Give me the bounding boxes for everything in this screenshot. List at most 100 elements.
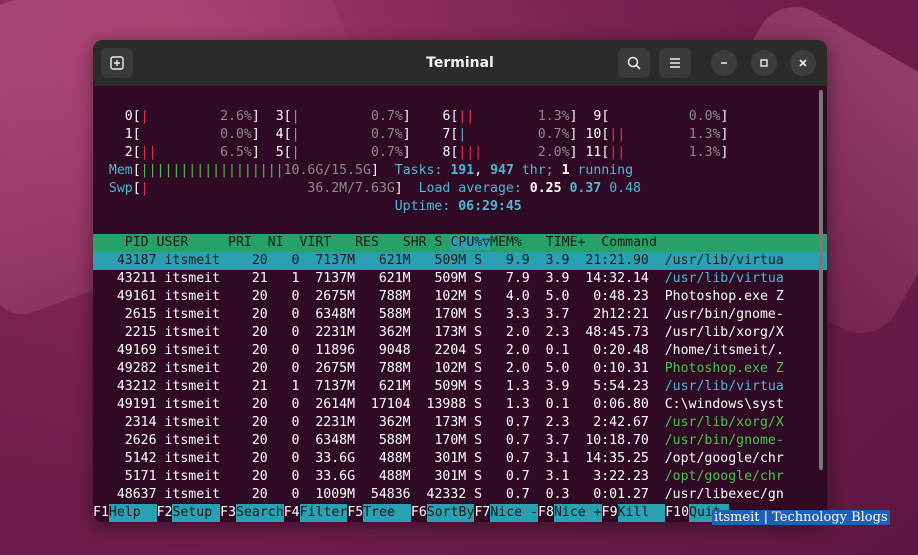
cell-time: 0:10.31 — [569, 361, 649, 376]
cell-mem: 2.3 — [529, 415, 570, 430]
new-tab-icon[interactable] — [101, 48, 133, 78]
hamburger-icon[interactable] — [659, 48, 691, 78]
fkey-f4[interactable]: F4 — [284, 505, 300, 520]
maximize-icon[interactable] — [751, 50, 777, 76]
cell-pid: 2215 — [93, 325, 157, 340]
cell-virt: 11896 — [299, 343, 356, 358]
cell-virt: 6348M — [299, 307, 356, 322]
cell-virt: 7137M — [299, 271, 356, 286]
cell-res: 54836 — [355, 487, 411, 502]
cell-pid: 5171 — [93, 469, 157, 484]
fkey-label-search[interactable]: Search — [236, 504, 284, 522]
cell-time: 0:20.48 — [569, 343, 649, 358]
process-table-header[interactable]: PID USER PRI NI VIRT RES SHR S CPU%▽MEM%… — [93, 234, 827, 252]
process-row[interactable]: 43187 itsmeit 20 0 7137M 621M 509M S 9.9… — [93, 252, 827, 270]
cell-ni: 0 — [267, 397, 300, 412]
process-row[interactable]: 49282 itsmeit 20 0 2675M 788M 102M S 2.0… — [93, 360, 827, 378]
process-row[interactable]: 2314 itsmeit 20 0 2231M 362M 173M S 0.7 … — [93, 414, 827, 432]
scrollbar[interactable] — [819, 90, 823, 470]
fkey-f9[interactable]: F9 — [602, 505, 618, 520]
cell-pri: 20 — [235, 325, 268, 340]
cell-cpu: 2.0 — [482, 343, 530, 358]
fkey-label-sortby[interactable]: SortBy — [426, 504, 475, 522]
cell-mem: 3.9 — [529, 271, 570, 286]
cell-ni: 1 — [267, 271, 300, 286]
fkey-label-nice-[interactable]: Nice - — [490, 504, 539, 522]
cell-time: 10:18.70 — [569, 433, 649, 448]
fkey-label-help[interactable]: Help — [108, 504, 157, 522]
swap-meter: Swp[| 36.2M/7.63G] Load average: 0.25 0.… — [108, 181, 641, 196]
cell-mem: 5.0 — [529, 289, 570, 304]
minimize-icon[interactable] — [711, 50, 737, 76]
cell-ni: 0 — [267, 289, 300, 304]
fkey-f7[interactable]: F7 — [474, 505, 490, 520]
titlebar[interactable]: Terminal — [93, 40, 827, 86]
fkey-label-kill[interactable]: Kill — [617, 504, 666, 522]
cell-cpu: 3.3 — [482, 307, 530, 322]
cell-mem: 0.1 — [529, 397, 570, 412]
process-row[interactable]: 2626 itsmeit 20 0 6348M 588M 170M S 0.7 … — [93, 432, 827, 450]
cell-ni: 0 — [267, 433, 300, 448]
cell-user: itsmeit — [156, 325, 236, 340]
fkey-f5[interactable]: F5 — [347, 505, 363, 520]
sort-column-cpu[interactable]: CPU%▽ — [450, 235, 491, 250]
process-row[interactable]: 2215 itsmeit 20 0 2231M 362M 173M S 2.0 … — [93, 324, 827, 342]
cell-time: 2:42.67 — [569, 415, 649, 430]
cell-time: 3:22.23 — [569, 469, 649, 484]
cell-cmd: Photoshop.exe Z — [648, 289, 784, 304]
cell-cmd: /usr/lib/virtua — [648, 253, 784, 268]
process-row[interactable]: 2615 itsmeit 20 0 6348M 588M 170M S 3.3 … — [93, 306, 827, 324]
cell-cmd: /usr/lib/xorg/X — [648, 325, 784, 340]
cpu-meters-row-1: 0[| 2.6%] 3[| 0.7%] 6[|| 1.3%] 9[ 0.0%] — [124, 109, 729, 124]
fkey-f3[interactable]: F3 — [220, 505, 236, 520]
fkey-f2[interactable]: F2 — [157, 505, 173, 520]
cell-user: itsmeit — [156, 487, 236, 502]
cell-pri: 21 — [235, 271, 268, 286]
window-title: Terminal — [426, 55, 494, 71]
cell-mem: 2.3 — [529, 325, 570, 340]
fkey-label-filter[interactable]: Filter — [299, 504, 348, 522]
cell-virt: 2675M — [299, 289, 356, 304]
cell-pid: 5142 — [93, 451, 157, 466]
cell-res: 788M — [355, 289, 411, 304]
close-icon[interactable] — [790, 50, 816, 76]
cell-time: 21:21.90 — [569, 253, 649, 268]
cell-cmd: Photoshop.exe Z — [648, 361, 784, 376]
cell-ni: 0 — [267, 325, 300, 340]
cell-cmd: /usr/bin/gnome- — [648, 307, 784, 322]
cell-mem: 5.0 — [529, 361, 570, 376]
process-row[interactable]: 43212 itsmeit 21 1 7137M 621M 509M S 1.3… — [93, 378, 827, 396]
process-row[interactable]: 49169 itsmeit 20 0 11896 9048 2204 S 2.0… — [93, 342, 827, 360]
process-row[interactable]: 5171 itsmeit 20 0 33.6G 488M 301M S 0.7 … — [93, 468, 827, 486]
fkey-label-nice-[interactable]: Nice + — [553, 504, 602, 522]
cell-res: 621M — [355, 379, 411, 394]
cell-cpu: 0.7 — [482, 469, 530, 484]
process-row[interactable]: 5142 itsmeit 20 0 33.6G 488M 301M S 0.7 … — [93, 450, 827, 468]
cell-shr: 2204 — [410, 343, 467, 358]
process-list[interactable]: 43187 itsmeit 20 0 7137M 621M 509M S 9.9… — [93, 252, 827, 504]
cell-virt: 1009M — [299, 487, 356, 502]
cell-pid: 2615 — [93, 307, 157, 322]
fkey-label-tree[interactable]: Tree — [363, 504, 411, 522]
process-row[interactable]: 48637 itsmeit 20 0 1009M 54836 42332 S 0… — [93, 486, 827, 504]
cell-time: 48:45.73 — [569, 325, 649, 340]
fkey-f10[interactable]: F10 — [665, 505, 689, 520]
terminal-content[interactable]: 0[| 2.6%] 3[| 0.7%] 6[|| 1.3%] 9[ 0.0%] … — [93, 86, 827, 522]
fkey-f6[interactable]: F6 — [411, 505, 427, 520]
cell-pid: 2314 — [93, 415, 157, 430]
fkey-f8[interactable]: F8 — [538, 505, 554, 520]
cell-pri: 20 — [235, 361, 268, 376]
cell-user: itsmeit — [156, 343, 236, 358]
cell-time: 2h12:21 — [569, 307, 649, 322]
fkey-label-setup[interactable]: Setup — [172, 504, 221, 522]
process-row[interactable]: 49161 itsmeit 20 0 2675M 788M 102M S 4.0… — [93, 288, 827, 306]
cell-user: itsmeit — [156, 469, 236, 484]
cell-virt: 33.6G — [299, 451, 356, 466]
cell-res: 588M — [355, 433, 411, 448]
search-icon[interactable] — [618, 48, 650, 78]
process-row[interactable]: 49191 itsmeit 20 0 2614M 17104 13988 S 1… — [93, 396, 827, 414]
cell-cpu: 4.0 — [482, 289, 530, 304]
fkey-f1[interactable]: F1 — [93, 505, 109, 520]
process-row[interactable]: 43211 itsmeit 21 1 7137M 621M 509M S 7.9… — [93, 270, 827, 288]
cell-ni: 0 — [267, 487, 300, 502]
